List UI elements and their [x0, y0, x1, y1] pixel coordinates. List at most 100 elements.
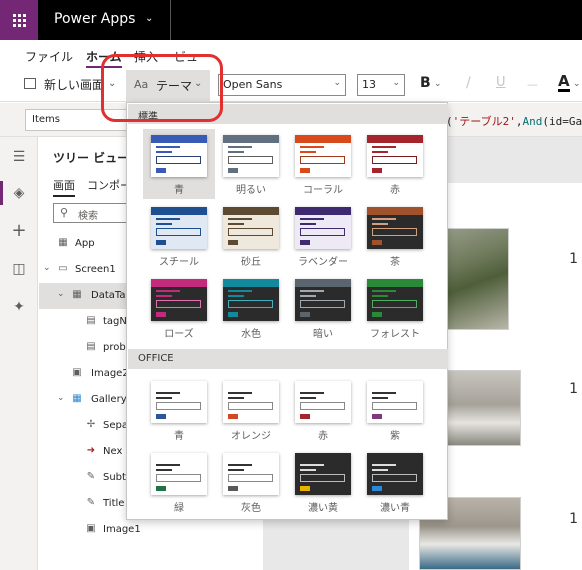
new-screen-button[interactable]: 新しい画面 — [44, 76, 104, 93]
bold-button[interactable]: B — [420, 75, 431, 91]
preview-header-bar — [295, 453, 351, 461]
office-theme-option[interactable]: 緑 — [143, 447, 215, 517]
menu-bar: ファイル ホーム 挿入 ビュー — [0, 40, 582, 70]
preview-button — [300, 414, 310, 419]
font-family-select[interactable]: Open Sans ⌄ — [218, 74, 346, 96]
preview-text-line — [300, 218, 324, 220]
hamburger-menu-icon[interactable]: ☰ — [11, 149, 27, 165]
font-color-button[interactable]: A — [558, 73, 570, 92]
preview-text-line — [300, 295, 316, 297]
layers-icon[interactable]: ◈ — [11, 185, 27, 201]
office-theme-option[interactable]: 濃い青 — [359, 447, 431, 517]
theme-option-label: 緑 — [174, 503, 184, 514]
theme-option-label: コーラル — [303, 185, 343, 196]
standard-theme-option[interactable]: 茶 — [359, 201, 431, 271]
chevron-down-icon[interactable]: ⌄ — [57, 393, 65, 403]
tree-item-label: tagN — [103, 316, 127, 327]
theme-preview-thumbnail — [295, 279, 351, 321]
preview-button — [372, 486, 382, 491]
preview-button — [372, 414, 382, 419]
preview-button — [300, 168, 310, 173]
preview-text-line — [372, 290, 396, 292]
chevron-down-icon[interactable]: ⌄ — [573, 79, 581, 89]
label-icon: ▤ — [86, 315, 96, 326]
office-theme-option[interactable]: 青 — [143, 375, 215, 445]
preview-header-bar — [223, 453, 279, 461]
preview-header-bar — [295, 207, 351, 215]
tree-item-label: prob — [103, 342, 126, 353]
chevron-down-icon[interactable]: ⌄ — [57, 289, 65, 299]
chevron-down-icon[interactable]: ⌄ — [145, 13, 153, 24]
standard-theme-option[interactable]: 暗い — [287, 273, 359, 343]
preview-input — [372, 300, 417, 308]
preview-button — [228, 240, 238, 245]
standard-theme-option[interactable]: 砂丘 — [215, 201, 287, 271]
tree-view-title: ツリー ビュー — [53, 151, 130, 165]
preview-header-bar — [223, 135, 279, 143]
plus-icon[interactable]: + — [11, 222, 27, 240]
preview-text-line — [228, 295, 244, 297]
preview-button — [156, 312, 166, 317]
preview-text-line — [372, 218, 396, 220]
standard-theme-option[interactable]: 青 — [143, 129, 215, 199]
tab-screens[interactable]: 画面 — [53, 177, 75, 197]
preview-button — [228, 414, 238, 419]
theme-option-label: 灰色 — [241, 503, 261, 514]
tree-item-image1[interactable]: ▣ Image1 — [39, 517, 263, 543]
office-theme-option[interactable]: 紫 — [359, 375, 431, 445]
theme-option-label: フォレスト — [370, 329, 420, 340]
formula-input[interactable]: ('テーブル2',And(id=Ga — [446, 113, 582, 129]
theme-preview-thumbnail — [223, 453, 279, 495]
preview-text-line — [228, 392, 252, 394]
new-screen-icon — [24, 78, 36, 89]
standard-theme-option[interactable]: フォレスト — [359, 273, 431, 343]
preview-input — [156, 228, 201, 236]
preview-text-line — [156, 290, 180, 292]
preview-button — [156, 486, 166, 491]
underline-button[interactable]: U — [496, 75, 506, 90]
theme-preview-thumbnail — [223, 207, 279, 249]
formula-string: 'テーブル2' — [452, 115, 516, 128]
tab-file[interactable]: ファイル — [25, 48, 73, 65]
standard-theme-option[interactable]: スチール — [143, 201, 215, 271]
tree-item-label: Nex — [103, 446, 123, 457]
chevron-down-icon[interactable]: ⌄ — [434, 79, 442, 89]
preview-button — [372, 168, 382, 173]
theme-option-label: 砂丘 — [241, 257, 261, 268]
strikethrough-button[interactable]: — — [527, 78, 538, 91]
rail-active-indicator — [0, 181, 3, 205]
standard-theme-option[interactable]: 明るい — [215, 129, 287, 199]
theme-preview-thumbnail — [151, 135, 207, 177]
font-size-select[interactable]: 13 ⌄ — [357, 74, 405, 96]
standard-theme-option[interactable]: 赤 — [359, 129, 431, 199]
tree-item-label: Sepa — [103, 420, 128, 431]
office-themes-header: OFFICE — [128, 349, 448, 369]
database-icon[interactable]: ◫ — [11, 261, 27, 277]
standard-theme-option[interactable]: ローズ — [143, 273, 215, 343]
italic-button[interactable]: / — [466, 75, 471, 91]
preview-text-line — [372, 223, 388, 225]
edit-label-icon: ✎ — [86, 497, 96, 508]
preview-text-line — [372, 469, 388, 471]
font-family-value: Open Sans — [223, 78, 283, 91]
office-theme-option[interactable]: 濃い黄 — [287, 447, 359, 517]
preview-input — [372, 228, 417, 236]
preview-header-bar — [295, 135, 351, 143]
office-theme-option[interactable]: オレンジ — [215, 375, 287, 445]
office-theme-option[interactable]: 灰色 — [215, 447, 287, 517]
office-theme-option[interactable]: 赤 — [287, 375, 359, 445]
preview-header-bar — [223, 381, 279, 389]
preview-button — [372, 312, 382, 317]
standard-theme-option[interactable]: ラベンダー — [287, 201, 359, 271]
chevron-down-icon[interactable]: ⌄ — [43, 263, 51, 273]
preview-text-line — [300, 464, 324, 466]
tools-icon[interactable]: ✦ — [11, 299, 27, 315]
standard-theme-option[interactable]: 水色 — [215, 273, 287, 343]
standard-theme-option[interactable]: コーラル — [287, 129, 359, 199]
preview-input — [228, 474, 273, 482]
preview-header-bar — [367, 279, 423, 287]
app-launcher-icon[interactable] — [0, 0, 38, 40]
tab-components[interactable]: コンポー — [87, 177, 131, 193]
theme-option-label: 赤 — [318, 431, 328, 442]
preview-text-line — [300, 290, 324, 292]
